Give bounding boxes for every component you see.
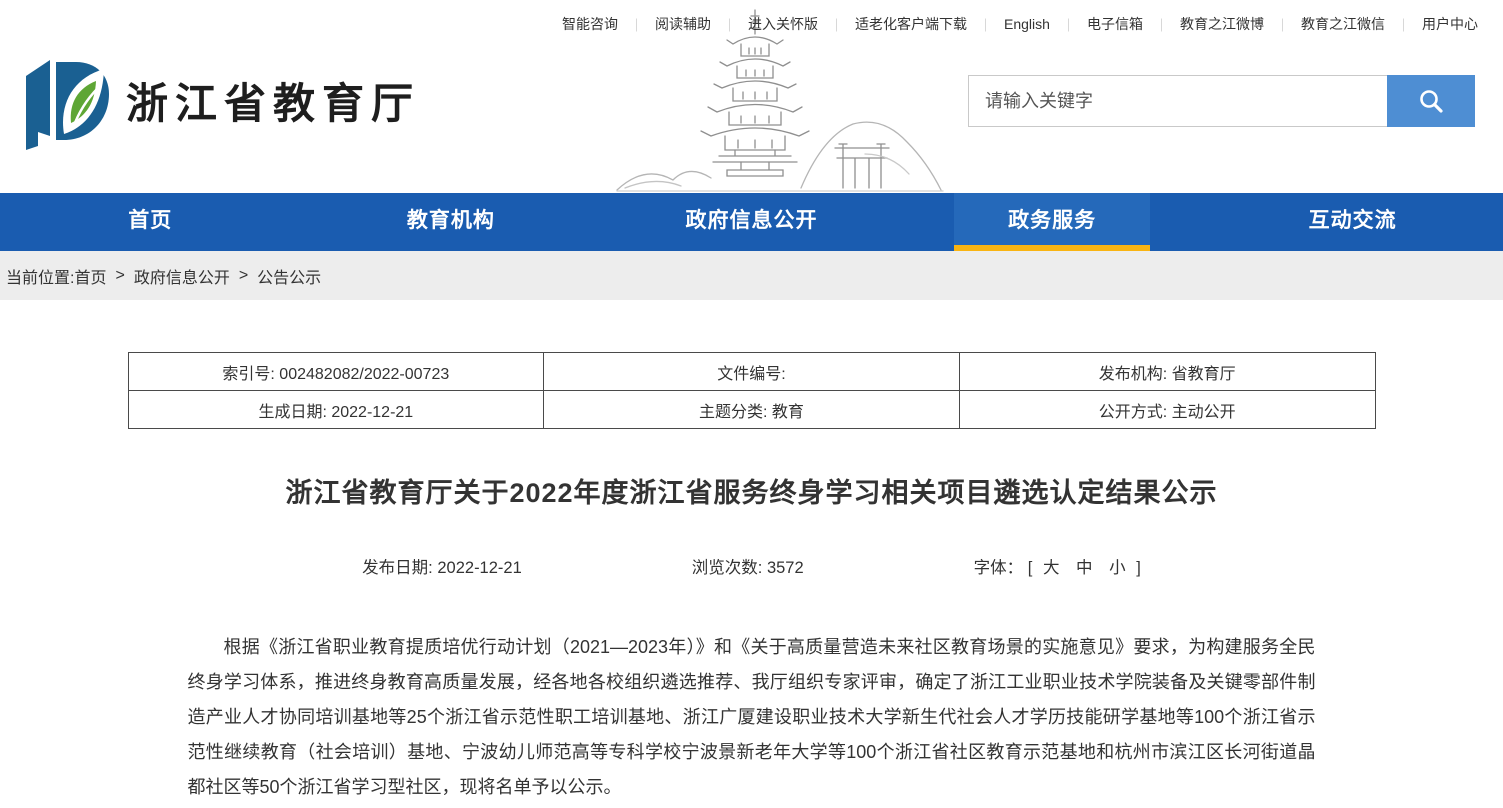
font-size-large-button[interactable]: 大 <box>1043 559 1060 577</box>
divider: ｜ <box>1155 15 1168 34</box>
utility-link-weibo[interactable]: 教育之江微博 <box>1168 14 1276 34</box>
font-size-small-button[interactable]: 小 <box>1109 559 1126 577</box>
doc-issuing-agency: 发布机构: 省教育厅 <box>959 353 1375 391</box>
nav-item-home[interactable]: 首页 <box>0 193 301 251</box>
doc-index-number: 索引号: 002482082/2022-00723 <box>128 353 544 391</box>
utility-bar: 智能咨询 ｜ 阅读辅助 ｜ 进入关怀版 ｜ 适老化客户端下载 ｜ English… <box>550 14 1490 34</box>
utility-link-care-version[interactable]: 进入关怀版 <box>736 14 830 34</box>
nav-label: 首页 <box>128 204 172 234</box>
nav-item-government-info-disclosure[interactable]: 政府信息公开 <box>601 193 902 251</box>
utility-link-elder-client-download[interactable]: 适老化客户端下载 <box>843 14 979 34</box>
view-count-value: 3572 <box>767 559 804 577</box>
utility-link-email[interactable]: 电子信箱 <box>1075 14 1155 34</box>
bracket: [ <box>1028 559 1033 577</box>
divider: ｜ <box>723 15 736 34</box>
breadcrumb-separator: > <box>115 267 124 285</box>
nav-item-interaction[interactable]: 互动交流 <box>1202 193 1503 251</box>
nav-label: 政府信息公开 <box>685 204 817 234</box>
font-size-label: 字体： <box>974 559 1024 577</box>
nav-label: 政务服务 <box>1008 204 1096 234</box>
divider: ｜ <box>1397 15 1410 34</box>
divider: ｜ <box>979 15 992 34</box>
utility-link-smart-consult[interactable]: 智能咨询 <box>550 14 630 34</box>
page-title: 浙江省教育厅关于2022年度浙江省服务终身学习相关项目遴选认定结果公示 <box>0 471 1503 510</box>
article-body-paragraph: 根据《浙江省职业教育提质培优行动计划（2021—2023年）》和《关于高质量营造… <box>188 630 1316 805</box>
publish-date: 发布日期: 2022-12-21 <box>362 554 522 578</box>
utility-link-wechat[interactable]: 教育之江微信 <box>1289 14 1397 34</box>
breadcrumb-separator: > <box>239 267 248 285</box>
view-count: 浏览次数: 3572 <box>692 554 804 578</box>
site-logo[interactable]: 浙江省教育厅 <box>16 50 420 150</box>
search-input[interactable] <box>968 75 1387 127</box>
doc-topic-category: 主题分类: 教育 <box>544 391 960 429</box>
divider: ｜ <box>1276 15 1289 34</box>
site-header: 智能咨询 ｜ 阅读辅助 ｜ 进入关怀版 ｜ 适老化客户端下载 ｜ English… <box>0 0 1503 193</box>
breadcrumb: 当前位置: 首页 > 政府信息公开 > 公告公示 <box>0 251 1503 300</box>
table-row: 索引号: 002482082/2022-00723 文件编号: 发布机构: 省教… <box>128 353 1375 391</box>
utility-link-reading-aid[interactable]: 阅读辅助 <box>643 14 723 34</box>
publish-date-value: 2022-12-21 <box>437 559 521 577</box>
doc-file-number: 文件编号: <box>544 353 960 391</box>
breadcrumb-government-info[interactable]: 政府信息公开 <box>134 264 230 288</box>
main-nav: 首页 教育机构 政府信息公开 政务服务 互动交流 <box>0 193 1503 251</box>
font-size-medium-button[interactable]: 中 <box>1076 559 1093 577</box>
breadcrumb-announcements[interactable]: 公告公示 <box>257 264 321 288</box>
site-name: 浙江省教育厅 <box>126 70 420 131</box>
breadcrumb-prefix: 当前位置: <box>6 264 74 288</box>
breadcrumb-home[interactable]: 首页 <box>74 264 106 288</box>
font-size-control: 字体： [ 大 中 小 ] <box>974 554 1141 578</box>
publish-date-label: 发布日期: <box>362 559 433 577</box>
view-count-label: 浏览次数: <box>692 559 763 577</box>
nav-label: 互动交流 <box>1309 204 1397 234</box>
utility-link-english[interactable]: English <box>992 16 1062 32</box>
nav-item-education-institutions[interactable]: 教育机构 <box>301 193 602 251</box>
doc-creation-date: 生成日期: 2022-12-21 <box>128 391 544 429</box>
doc-disclosure-method: 公开方式: 主动公开 <box>959 391 1375 429</box>
article-meta: 发布日期: 2022-12-21 浏览次数: 3572 字体： [ 大 中 小 … <box>0 554 1503 578</box>
book-leaf-logo-icon <box>16 50 116 150</box>
divider: ｜ <box>830 15 843 34</box>
document-info-table: 索引号: 002482082/2022-00723 文件编号: 发布机构: 省教… <box>128 352 1376 429</box>
divider: ｜ <box>630 15 643 34</box>
site-search <box>968 75 1475 127</box>
utility-link-user-center[interactable]: 用户中心 <box>1410 14 1490 34</box>
nav-item-government-services[interactable]: 政务服务 <box>902 193 1203 251</box>
search-button[interactable] <box>1387 75 1475 127</box>
divider: ｜ <box>1062 15 1075 34</box>
nav-label: 教育机构 <box>407 204 495 234</box>
table-row: 生成日期: 2022-12-21 主题分类: 教育 公开方式: 主动公开 <box>128 391 1375 429</box>
search-icon <box>1418 88 1444 114</box>
bracket: ] <box>1136 559 1141 577</box>
